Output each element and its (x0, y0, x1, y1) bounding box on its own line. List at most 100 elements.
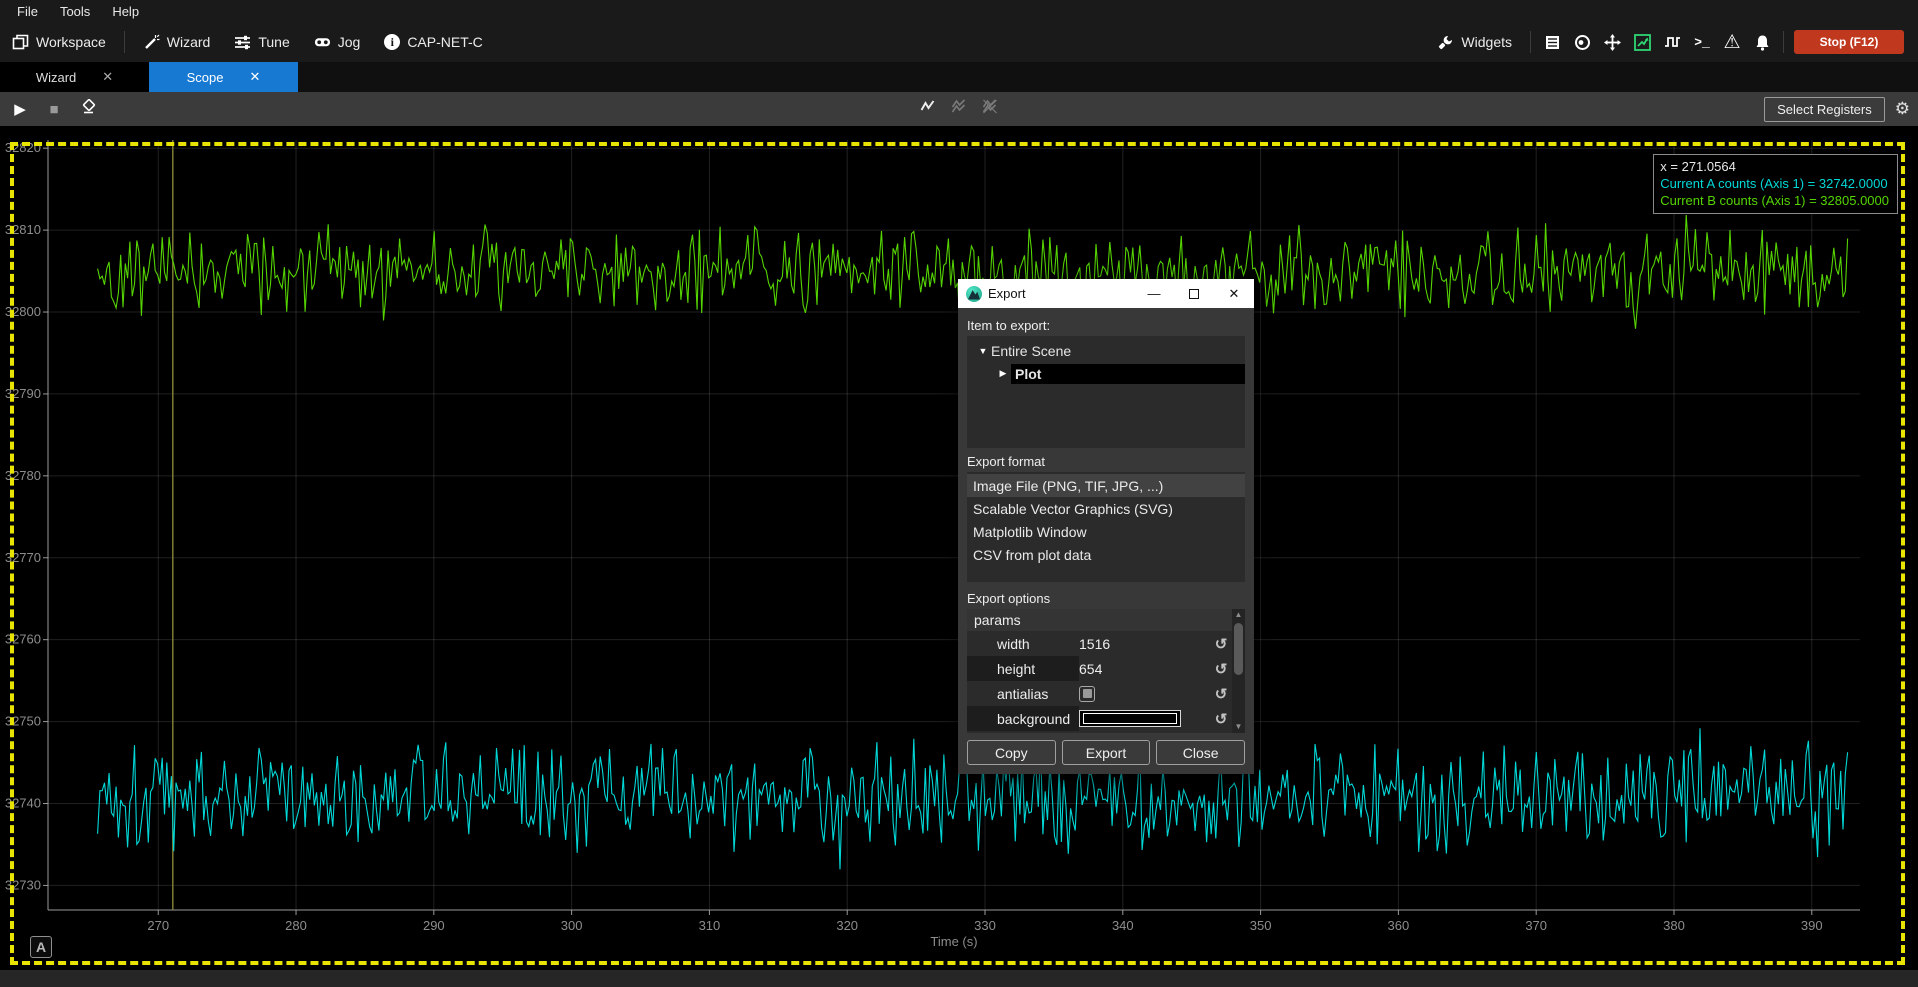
export-button[interactable]: Export (1062, 740, 1151, 765)
dialog-title: Export (988, 286, 1026, 301)
svg-text:290: 290 (423, 918, 445, 933)
scope-mode-controls (920, 98, 999, 120)
width-field[interactable]: 1516 (1079, 636, 1211, 652)
close-icon[interactable]: ✕ (249, 69, 260, 85)
terminal-icon: >_ (1694, 35, 1710, 50)
height-field[interactable]: 654 (1079, 661, 1211, 677)
move-button[interactable] (1597, 27, 1627, 57)
device-button[interactable]: i CAP-NET-C (372, 22, 494, 62)
square-wave-icon (1664, 34, 1681, 51)
format-option-svg[interactable]: Scalable Vector Graphics (SVG) (967, 497, 1245, 520)
notifications-button[interactable] (1747, 27, 1777, 57)
bell-icon (1754, 34, 1771, 51)
gear-icon[interactable]: ⚙ (1895, 99, 1910, 119)
legend-line-a: Current A counts (Axis 1) = 32742.0000 (1660, 175, 1889, 192)
svg-text:330: 330 (974, 918, 996, 933)
format-option-image[interactable]: Image File (PNG, TIF, JPG, ...) (967, 474, 1245, 497)
eye-icon (1574, 34, 1591, 51)
tab-wizard-label: Wizard (36, 70, 76, 85)
chevron-right-icon[interactable]: ▶ (995, 368, 1011, 379)
workspace-button[interactable]: Workspace (0, 22, 118, 62)
scrollbar-thumb[interactable] (1234, 623, 1243, 675)
svg-text:32810: 32810 (5, 222, 41, 237)
scroll-down-icon[interactable]: ▼ (1235, 721, 1243, 733)
scope-toolbar: ▶ ■ Select Registers ⚙ (0, 92, 1918, 126)
magic-wand-icon (143, 34, 160, 51)
params-group-row[interactable]: params (967, 609, 1245, 631)
params-scrollbar[interactable]: ▲ ▼ (1232, 609, 1245, 733)
svg-text:270: 270 (147, 918, 169, 933)
app-logo-icon (966, 286, 982, 302)
close-icon[interactable]: ✕ (102, 69, 113, 85)
reset-icon[interactable]: ↺ (1211, 660, 1231, 678)
tree-item-entire-scene[interactable]: ▼ Entire Scene (967, 339, 1245, 362)
console-button[interactable]: >_ (1687, 27, 1717, 57)
toolbar-separator (124, 31, 125, 53)
chevron-down-icon[interactable]: ▼ (975, 346, 991, 356)
toolbar-separator (1783, 31, 1784, 53)
tune-button[interactable]: Tune (222, 22, 301, 62)
stop-icon[interactable]: ■ (42, 101, 66, 118)
widgets-button[interactable]: Widgets (1425, 22, 1524, 62)
multi-trace-off-icon[interactable] (982, 98, 999, 120)
menu-file[interactable]: File (6, 4, 49, 19)
minimize-icon[interactable]: — (1134, 279, 1174, 308)
tree-item-label: Entire Scene (991, 343, 1071, 359)
maximize-icon[interactable] (1174, 279, 1214, 308)
svg-text:32760: 32760 (5, 632, 41, 647)
register-list-button[interactable] (1537, 27, 1567, 57)
tree-item-plot[interactable]: ▶ Plot (967, 362, 1245, 385)
signal-button[interactable] (1657, 27, 1687, 57)
multi-trace-icon[interactable] (951, 98, 968, 120)
chart-line-icon (1634, 34, 1651, 51)
item-to-export-label: Item to export: (967, 318, 1245, 333)
jog-button[interactable]: Jog (302, 22, 373, 62)
cursor-x-value: x = 271.0564 (1660, 158, 1889, 175)
tab-scope[interactable]: Scope ✕ (149, 62, 298, 92)
param-name: antialias (967, 681, 1079, 706)
play-icon[interactable]: ▶ (8, 100, 32, 118)
svg-text:380: 380 (1663, 918, 1685, 933)
scope-chart-button[interactable] (1627, 27, 1657, 57)
close-icon[interactable]: ✕ (1214, 279, 1254, 308)
tab-wizard[interactable]: Wizard ✕ (0, 62, 149, 92)
info-icon: i (384, 34, 400, 50)
reset-icon[interactable]: ↺ (1211, 710, 1231, 728)
reset-icon[interactable]: ↺ (1211, 635, 1231, 653)
bottom-strip (0, 970, 1918, 987)
menu-help[interactable]: Help (101, 4, 150, 19)
select-registers-button[interactable]: Select Registers (1764, 97, 1885, 122)
single-trace-icon[interactable] (920, 98, 937, 120)
workspace-label: Workspace (36, 34, 106, 50)
param-row-height: height 654 ↺ (967, 656, 1245, 681)
tab-scope-label: Scope (187, 70, 224, 85)
wrench-icon (1437, 34, 1454, 51)
clear-eraser-icon[interactable] (76, 99, 100, 120)
svg-text:390: 390 (1801, 918, 1823, 933)
close-button[interactable]: Close (1156, 740, 1245, 765)
dialog-body: Item to export: ▼ Entire Scene ▶ Plot Ex… (958, 308, 1254, 774)
sliders-icon (234, 34, 251, 51)
wizard-button[interactable]: Wizard (131, 22, 223, 62)
move-arrows-icon (1604, 34, 1621, 51)
wizard-label: Wizard (167, 34, 211, 50)
param-name: width (967, 631, 1079, 656)
background-value (1079, 710, 1211, 727)
reset-icon[interactable]: ↺ (1211, 685, 1231, 703)
tab-bar: Wizard ✕ Scope ✕ (0, 62, 1918, 92)
scroll-up-icon[interactable]: ▲ (1235, 609, 1243, 621)
menu-tools[interactable]: Tools (49, 4, 101, 19)
stop-button[interactable]: Stop (F12) (1794, 30, 1904, 54)
svg-text:32800: 32800 (5, 304, 41, 319)
dialog-title-bar[interactable]: Export — ✕ (958, 279, 1254, 308)
background-color-swatch[interactable] (1079, 710, 1181, 727)
format-option-csv[interactable]: CSV from plot data (967, 543, 1245, 566)
autoscale-button[interactable]: A (30, 936, 52, 958)
format-option-matplotlib[interactable]: Matplotlib Window (967, 520, 1245, 543)
copy-button[interactable]: Copy (967, 740, 1056, 765)
watch-button[interactable] (1567, 27, 1597, 57)
antialias-checkbox[interactable] (1079, 686, 1095, 702)
warnings-button[interactable]: ⚠ (1717, 27, 1747, 57)
gamepad-icon (314, 34, 331, 51)
scope-settings-controls: Select Registers ⚙ (1764, 97, 1910, 122)
